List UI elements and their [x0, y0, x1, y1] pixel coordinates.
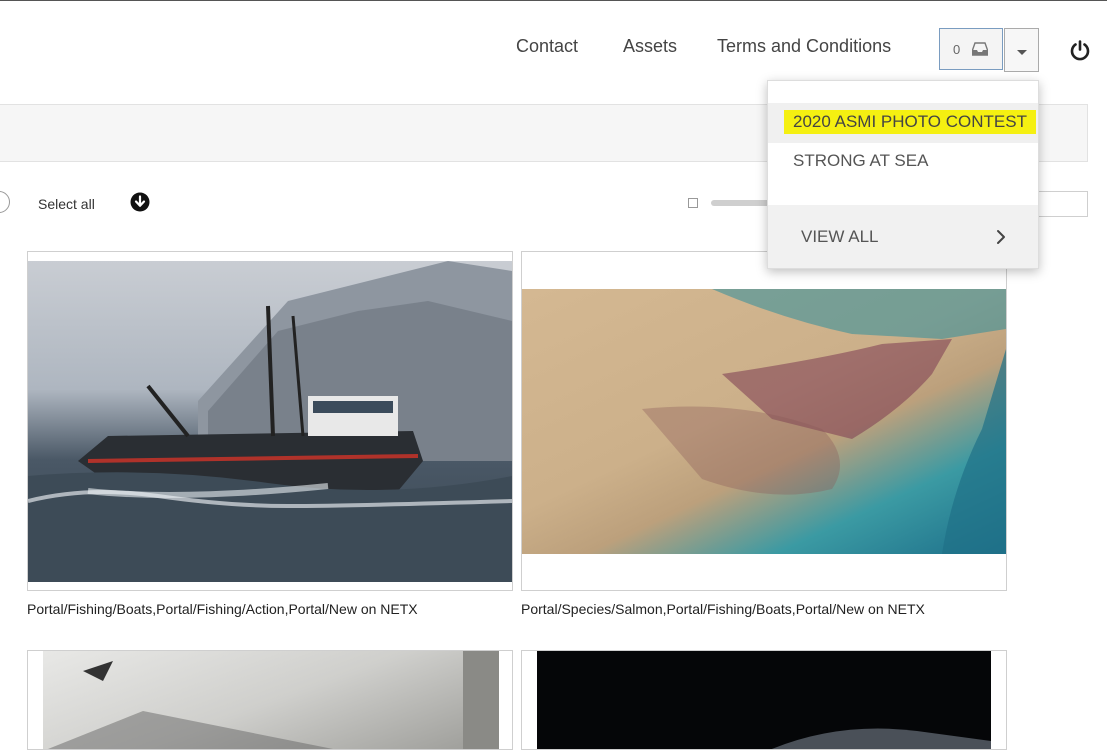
- download-icon[interactable]: [130, 192, 150, 212]
- collections-dropdown-toggle[interactable]: [1004, 28, 1039, 72]
- asset-card[interactable]: [521, 650, 1007, 750]
- chevron-right-icon: [997, 230, 1005, 244]
- nav-terms-link[interactable]: Terms and Conditions: [717, 36, 891, 62]
- collections-dropdown-menu: 2020 ASMI PHOTO CONTEST STRONG AT SEA VI…: [767, 80, 1039, 269]
- asset-card[interactable]: [27, 251, 513, 591]
- dark-sea-image-illustration: [771, 728, 991, 749]
- top-border: [0, 0, 1107, 1]
- nav-contact-link[interactable]: Contact: [516, 36, 578, 62]
- dropdown-item-label: STRONG AT SEA: [793, 151, 929, 170]
- dropdown-item-label: 2020 ASMI PHOTO CONTEST: [784, 110, 1036, 134]
- asset-thumbnail-salmon-aerial[interactable]: [522, 289, 1006, 554]
- collection-cart-button[interactable]: 0: [939, 28, 1003, 70]
- asset-caption: Portal/Species/Salmon,Portal/Fishing/Boa…: [521, 601, 925, 617]
- asset-thumbnail-fish-hold[interactable]: [43, 651, 499, 749]
- caret-down-icon: [1016, 49, 1027, 55]
- inbox-tray-icon: [972, 42, 989, 56]
- dropdown-item-strong-at-sea[interactable]: STRONG AT SEA: [768, 151, 1038, 175]
- asset-card[interactable]: [27, 650, 513, 750]
- dropdown-item-asmi-photo-contest[interactable]: 2020 ASMI PHOTO CONTEST: [768, 103, 1038, 143]
- nav-assets-link[interactable]: Assets: [623, 36, 677, 62]
- search-input[interactable]: [1036, 191, 1088, 217]
- dropdown-view-all[interactable]: VIEW ALL: [768, 205, 1038, 268]
- cart-count: 0: [953, 41, 961, 57]
- select-all-link[interactable]: Select all: [38, 196, 95, 212]
- salmon-image-illustration: [522, 289, 1006, 554]
- boat-image-illustration: [28, 261, 512, 582]
- asset-card[interactable]: [521, 251, 1007, 591]
- asset-caption: Portal/Fishing/Boats,Portal/Fishing/Acti…: [27, 601, 418, 617]
- thumbnail-size-small-icon[interactable]: [688, 198, 698, 208]
- asset-thumbnail-fishing-boat[interactable]: [28, 261, 512, 582]
- fish-hold-image-illustration: [48, 651, 499, 749]
- power-logout-icon[interactable]: [1069, 39, 1091, 61]
- asset-thumbnail-dark-sea[interactable]: [537, 651, 991, 749]
- view-all-label: VIEW ALL: [801, 227, 879, 246]
- view-toggle-button[interactable]: [0, 191, 10, 213]
